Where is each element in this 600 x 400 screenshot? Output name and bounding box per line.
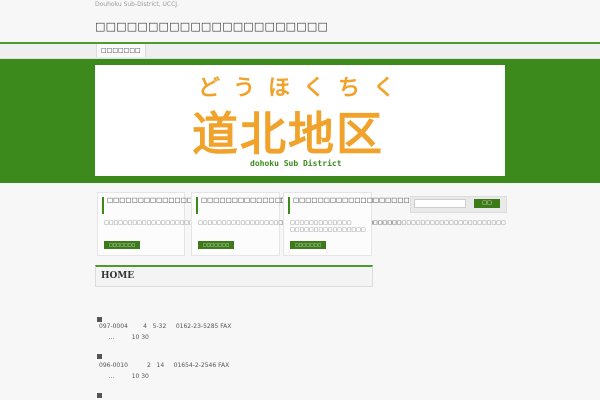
list-bullet [97,317,102,322]
nav-bar [0,44,600,59]
card-accent-bar [288,197,290,214]
site-title[interactable]: □□□□□□□□□□□□□□□□□□□□□□ [95,20,328,33]
site-tagline: Douhoku Sub-District, UCCJ. [95,1,179,8]
post-card: □□□□□□□□□□□□□□□□□□□□□□□□□□□□□□□ □□□□□□□□… [97,192,506,256]
church-address: 097-0004 4 5-32 0162-23-5285 FAX [99,323,232,330]
section-header-box [95,265,373,287]
card-excerpt: □□□□□□□□□□□□□ □□□□□□□□□□□□□□□□ [290,220,366,233]
search-button[interactable]: □□ [474,199,500,208]
read-more-button[interactable]: □□□□□□□ [198,241,235,249]
banner-kana: どうほくちく [198,76,408,101]
list-bullet [97,393,102,398]
card-title[interactable]: □□□□□□□□□□□□□□□□□□□□□□□□□□□□□□□ [107,196,297,205]
banner-subtitle: dohoku Sub District [250,158,342,168]
section-title: HOME [101,271,135,281]
service-hours: … 10 30 [99,334,149,341]
read-more-button[interactable]: □□□□□□□ [104,241,141,249]
card-accent-bar [196,197,198,214]
read-more-button[interactable]: □□□□□□□ [290,241,327,249]
service-hours: … 10 30 [99,373,149,380]
search-input[interactable] [414,199,466,208]
banner-logo: どうほくちく 道北地区 dohoku Sub District [192,76,408,168]
card-title[interactable]: □□□□□□□□□□□□□□□□□□□□□□ [293,196,428,205]
nav-item-home[interactable]: □□□□□□□ [96,44,146,57]
card-excerpt: □□□□□□□□□□□□□□□□□□□□□□□□□□□□□□□□□□□□□□□□… [198,220,401,227]
church-address: 096-0010 2 14 01654-2-2546 FAX [99,362,230,369]
card-title[interactable]: □□□□□□□□□□□□□□□□□□□□□□□□□□□□ [201,196,373,205]
banner-kanji: 道北地区 [192,107,384,161]
card-excerpt: □□□□□□□□□□□□□□□□□□□□□□□□□□□□□□□□□□□□□□□□… [104,220,506,227]
post-card: □□□□□□□□□□□□□□□□□□□□□□□□□□□□ □□□□□□□□□□□… [191,192,401,256]
banner-image: どうほくちく 道北地区 dohoku Sub District [95,65,505,176]
list-bullet [97,354,102,359]
card-accent-bar [102,197,104,214]
post-card: □□□□□□□□□□□□□□□□□□□□□□ □□□□□□□□□□□□□ □□□… [283,192,428,256]
